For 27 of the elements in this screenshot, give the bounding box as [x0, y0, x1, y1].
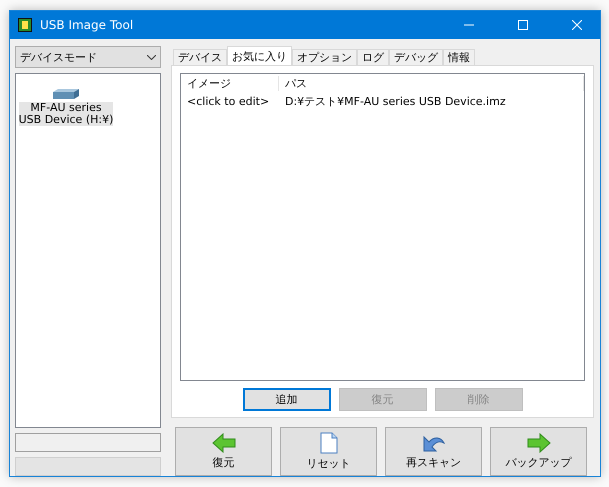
table-cell-text: <click to edit> — [186, 94, 270, 108]
maximize-icon — [518, 20, 528, 30]
table-cell-text: D:¥テスト¥MF-AU series USB Device.imz — [284, 94, 507, 108]
right-arrow-icon — [526, 433, 550, 453]
mode-dropdown[interactable]: デバイスモード — [15, 46, 161, 68]
tab[interactable]: デバイス — [173, 49, 227, 65]
close-icon — [572, 20, 582, 30]
column-header[interactable]: イメージ — [181, 76, 279, 90]
action-button[interactable]: 再スキャン — [385, 427, 482, 476]
tab[interactable]: オプション — [292, 49, 357, 65]
window-title: USB Image Tool — [40, 18, 134, 32]
drive-icon — [52, 88, 80, 100]
action-button[interactable]: バックアップ — [490, 427, 587, 476]
chevron-icon — [147, 54, 156, 60]
tab[interactable]: ログ — [357, 49, 389, 65]
tab[interactable]: お気に入り — [227, 46, 292, 65]
device-item[interactable]: MF-AU series USB Device (H:¥) — [18, 102, 114, 126]
list-button[interactable]: 追加 — [242, 388, 330, 411]
left-arrow-icon — [212, 433, 236, 453]
column-header[interactable]: パス — [279, 76, 584, 90]
tab[interactable]: デバッグ — [389, 49, 443, 65]
app-icon — [18, 18, 32, 32]
action-button[interactable]: リセット — [280, 427, 377, 476]
action-button[interactable]: 復元 — [175, 427, 272, 476]
document-icon — [320, 432, 338, 454]
tab[interactable]: 情報 — [443, 49, 475, 65]
curved-arrow-icon — [422, 433, 446, 453]
